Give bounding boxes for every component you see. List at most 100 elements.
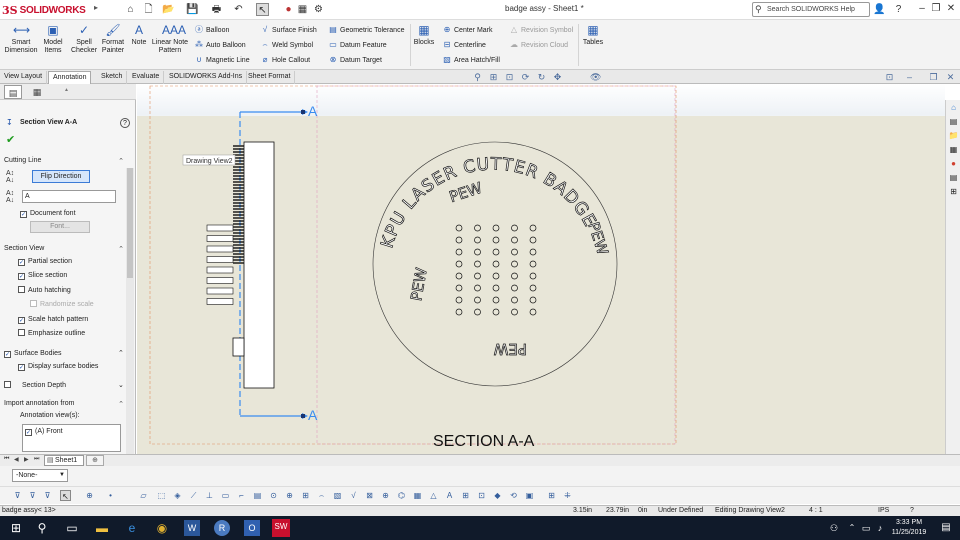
filter-all-icon[interactable]: ⊕ xyxy=(84,490,95,501)
filter-edges-icon[interactable]: ▱ xyxy=(138,490,149,501)
help-icon[interactable]: ? xyxy=(892,3,905,16)
filter-datum-icon[interactable]: ⊕ xyxy=(284,490,295,501)
edge-browser-icon[interactable]: e xyxy=(124,520,140,536)
sheet-restore-icon[interactable]: ❐ xyxy=(928,72,939,83)
filter-tables-icon[interactable]: ▦ xyxy=(412,490,423,501)
file-explorer-icon[interactable]: ▬ xyxy=(94,520,110,536)
auto-balloon-button[interactable]: ⁂ Auto Balloon xyxy=(194,39,246,51)
logo-menu-arrow-icon[interactable]: ▸ xyxy=(94,3,104,17)
appearances-icon[interactable]: ● xyxy=(948,158,959,169)
new-document-icon[interactable]: 🗋 xyxy=(142,3,155,16)
chevron-up-icon[interactable]: ⌃ xyxy=(118,349,124,357)
panel-scrollbar[interactable] xyxy=(126,168,134,454)
restore-icon[interactable]: ❐ xyxy=(930,3,942,14)
filter-toggle-icon[interactable]: ⊽ xyxy=(27,490,38,501)
minimize-icon[interactable]: – xyxy=(916,3,928,14)
filter-hatch-icon[interactable]: ▧ xyxy=(332,490,343,501)
panel-collapse-arrow-icon[interactable]: ▲ xyxy=(64,87,69,93)
revision-symbol-button[interactable]: △ Revision Symbol xyxy=(509,24,573,36)
emphasize-outline-checkbox[interactable]: Emphasize outline xyxy=(18,329,85,338)
section-handle-bottom[interactable] xyxy=(301,414,305,418)
filter-revision-icon[interactable]: △ xyxy=(428,490,439,501)
solidworks-logo[interactable]: 3S SOLIDWORKS xyxy=(2,1,102,19)
partial-section-checkbox[interactable]: ✓ Partial section xyxy=(18,257,72,266)
linear-note-pattern-button[interactable]: AAA Linear Note Pattern xyxy=(150,23,190,55)
chevron-down-icon[interactable]: ⌄ xyxy=(118,381,124,389)
smart-dimension-button[interactable]: ⟷ Smart Dimension xyxy=(4,23,38,55)
filter-lines-icon[interactable]: ⟋ xyxy=(188,490,199,501)
section-label-input[interactable]: A xyxy=(22,190,116,203)
graphics-area[interactable]: A A Drawing View2 KPU LASER CUTTER BADGE… xyxy=(137,84,945,454)
undo-icon[interactable]: ↶ xyxy=(232,3,245,16)
filter-bodies-icon[interactable]: ◈ xyxy=(172,490,183,501)
tab-sheet-format[interactable]: Sheet Format xyxy=(244,71,296,84)
filter-icon[interactable]: ⊽ xyxy=(12,490,23,501)
filter-axes-icon[interactable]: ⊥ xyxy=(204,490,215,501)
rotate-view-icon[interactable]: ⟳ xyxy=(520,72,531,83)
spell-checker-button[interactable]: ✓ Spell Checker xyxy=(70,23,98,55)
filter-balloons-icon[interactable]: ⊙ xyxy=(268,490,279,501)
sheet-minimize-icon[interactable]: – xyxy=(904,72,915,83)
chrome-icon[interactable]: ◉ xyxy=(154,520,170,536)
datum-feature-button[interactable]: ▭ Datum Feature xyxy=(328,39,386,51)
geometric-tolerance-button[interactable]: ▤ Geometric Tolerance xyxy=(328,24,404,36)
outlook-icon[interactable]: O xyxy=(244,520,260,536)
sheet-tile-icon[interactable]: ⊡ xyxy=(884,72,895,83)
forum-icon[interactable]: ⊞ xyxy=(948,186,959,197)
solidworks-resources-icon[interactable]: ⌂ xyxy=(948,102,959,113)
status-sheet-scale[interactable]: 4 : 1 xyxy=(809,507,823,514)
zoom-area-icon[interactable]: ⊞ xyxy=(488,72,499,83)
import-annotation-header[interactable]: Import annotation from ⌃ xyxy=(4,400,124,408)
tab-solidworks-addins[interactable]: SOLIDWORKS Add-Ins xyxy=(165,71,248,84)
filter-vertex-icon[interactable]: ◆ xyxy=(492,490,503,501)
filter-extra-icon[interactable]: ⁜ xyxy=(562,490,573,501)
design-library-icon[interactable]: ▤ xyxy=(948,116,959,127)
last-sheet-icon[interactable]: ⏭ xyxy=(34,456,39,463)
randomize-scale-checkbox[interactable]: Randomize scale xyxy=(30,300,94,309)
section-label-top[interactable]: A xyxy=(308,103,318,119)
next-sheet-icon[interactable]: ▶ xyxy=(24,456,29,463)
hole-callout-button[interactable]: ⌀ Hole Callout xyxy=(260,54,311,66)
scrollbar-thumb[interactable] xyxy=(127,168,133,278)
format-painter-button[interactable]: 🖌 Format Painter xyxy=(99,23,127,55)
clear-filter-icon[interactable]: ⊽ xyxy=(42,490,53,501)
task-view-icon[interactable]: ▭ xyxy=(64,520,80,536)
annotation-views-list[interactable]: ✓ (A) Front xyxy=(22,424,121,452)
section-handle-top[interactable] xyxy=(301,110,305,114)
previous-view-icon[interactable]: ⊡ xyxy=(504,72,515,83)
area-hatch-button[interactable]: ▧ Area Hatch/Fill xyxy=(442,54,500,66)
display-surface-bodies-checkbox[interactable]: ✓ Display surface bodies xyxy=(18,362,98,371)
cutting-line-header[interactable]: Cutting Line ⌃ xyxy=(4,157,124,165)
balloon-button[interactable]: ⓐ Balloon xyxy=(194,24,229,36)
filter-sketch-icon[interactable]: ⊞ xyxy=(460,490,471,501)
badge-plate-section[interactable] xyxy=(243,141,275,389)
tab-evaluate[interactable]: Evaluate xyxy=(128,71,165,84)
select-arrow-icon[interactable]: ↖ xyxy=(256,3,269,16)
filter-weld-icon[interactable]: ⌢ xyxy=(316,490,327,501)
feature-manager-tab-icon[interactable]: ▤ xyxy=(4,85,22,99)
magnetic-line-button[interactable]: ∪ Magnetic Line xyxy=(194,54,250,66)
pan-icon[interactable]: ✥ xyxy=(552,72,563,83)
filter-loop-icon[interactable]: ⟲ xyxy=(508,490,519,501)
view-palette-icon[interactable]: ▦ xyxy=(948,144,959,155)
tab-view-layout[interactable]: View Layout xyxy=(0,71,48,84)
status-units[interactable]: IPS xyxy=(878,507,889,514)
print-icon[interactable]: 🖶 xyxy=(210,3,223,16)
weld-symbol-button[interactable]: ⌢ Weld Symbol xyxy=(260,39,313,51)
custom-properties-icon[interactable]: ▤ xyxy=(948,172,959,183)
open-folder-icon[interactable]: 📂 xyxy=(162,3,175,16)
filter-center-icon[interactable]: ⊕ xyxy=(380,490,391,501)
layer-dropdown[interactable]: -None- ▼ xyxy=(12,469,68,482)
first-sheet-icon[interactable]: ⏮ xyxy=(4,456,9,463)
filter-surface-icon[interactable]: √ xyxy=(348,490,359,501)
scale-hatch-checkbox[interactable]: ✓ Scale hatch pattern xyxy=(18,315,88,324)
filter-blocks-icon[interactable]: ⊠ xyxy=(364,490,375,501)
section-label-bottom[interactable]: A xyxy=(308,407,318,423)
slice-section-checkbox[interactable]: ✓ Slice section xyxy=(18,271,67,280)
datum-target-button[interactable]: ⊗ Datum Target xyxy=(328,54,382,66)
revision-cloud-button[interactable]: ☁ Revision Cloud xyxy=(509,39,568,51)
centerline-button[interactable]: ⊟ Centerline xyxy=(442,39,486,51)
filter-dims-icon[interactable]: ⌐ xyxy=(236,490,247,501)
app-r-icon[interactable]: R xyxy=(214,520,230,536)
tables-button[interactable]: ▦ Tables xyxy=(582,23,604,47)
